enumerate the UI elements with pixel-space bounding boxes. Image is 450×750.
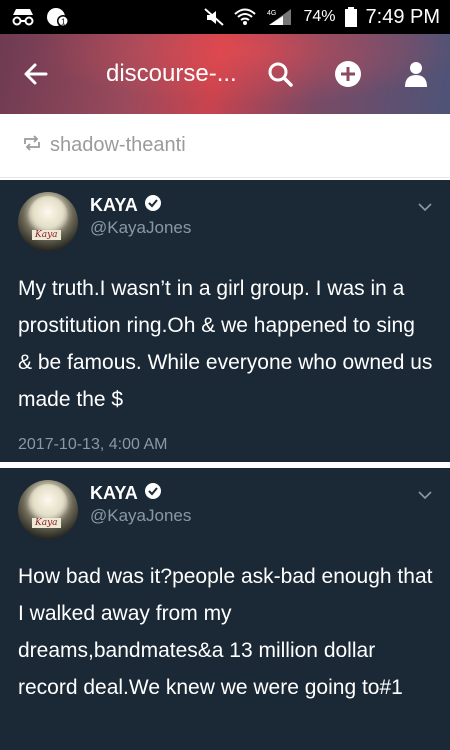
tweet-card[interactable]: Kaya KAYA @KayaJones How bad was it?peop… bbox=[0, 468, 450, 750]
wifi-icon bbox=[233, 7, 257, 27]
mute-icon bbox=[203, 7, 225, 27]
compose-icon[interactable] bbox=[330, 56, 366, 92]
notification-icon: 1 bbox=[46, 6, 70, 28]
app-header: discourse-... bbox=[0, 34, 450, 114]
reblog-icon bbox=[22, 135, 42, 156]
battery-percent: 74% bbox=[303, 8, 336, 25]
reblog-username: shadow-theanti bbox=[50, 134, 186, 156]
incognito-icon bbox=[10, 7, 36, 27]
display-name-text: KAYA bbox=[90, 195, 138, 215]
user-handle: @KayaJones bbox=[90, 218, 192, 237]
back-arrow-icon[interactable] bbox=[18, 56, 54, 92]
search-icon[interactable] bbox=[262, 56, 298, 92]
clock: 7:49 PM bbox=[365, 5, 440, 28]
svg-text:4G: 4G bbox=[267, 10, 276, 17]
verified-icon bbox=[144, 194, 162, 217]
blog-title[interactable]: discourse-... bbox=[106, 60, 237, 88]
display-name: KAYA bbox=[90, 482, 162, 505]
status-bar: 1 4G 74% 7:49 PM bbox=[0, 0, 450, 34]
tweet-text: How bad was it?people ask-bad enough tha… bbox=[18, 565, 433, 699]
tweet-card[interactable]: Kaya KAYA @KayaJones My truth.I wasn’t i… bbox=[0, 180, 450, 462]
svg-text:1: 1 bbox=[61, 18, 66, 27]
status-right: 4G 74% 7:49 PM bbox=[203, 6, 440, 29]
display-name-text: KAYA bbox=[90, 483, 138, 503]
verified-icon bbox=[144, 482, 162, 505]
account-icon[interactable] bbox=[398, 56, 434, 92]
chevron-down-icon[interactable] bbox=[416, 198, 434, 216]
avatar[interactable]: Kaya bbox=[18, 192, 78, 252]
battery-icon bbox=[344, 6, 358, 28]
tweet-text: My truth.I wasn’t in a girl group. I was… bbox=[18, 277, 433, 411]
status-left: 1 bbox=[10, 6, 70, 28]
reblog-attribution[interactable]: shadow-theanti bbox=[0, 114, 450, 178]
avatar-label: Kaya bbox=[32, 518, 61, 528]
tweet-date: 2017-10-13, 4:00 AM bbox=[18, 436, 168, 453]
user-handle: @KayaJones bbox=[90, 506, 192, 525]
signal-icon: 4G bbox=[265, 7, 295, 27]
chevron-down-icon[interactable] bbox=[416, 486, 434, 504]
avatar[interactable]: Kaya bbox=[18, 480, 78, 540]
avatar-label: Kaya bbox=[32, 230, 61, 240]
display-name: KAYA bbox=[90, 194, 162, 217]
